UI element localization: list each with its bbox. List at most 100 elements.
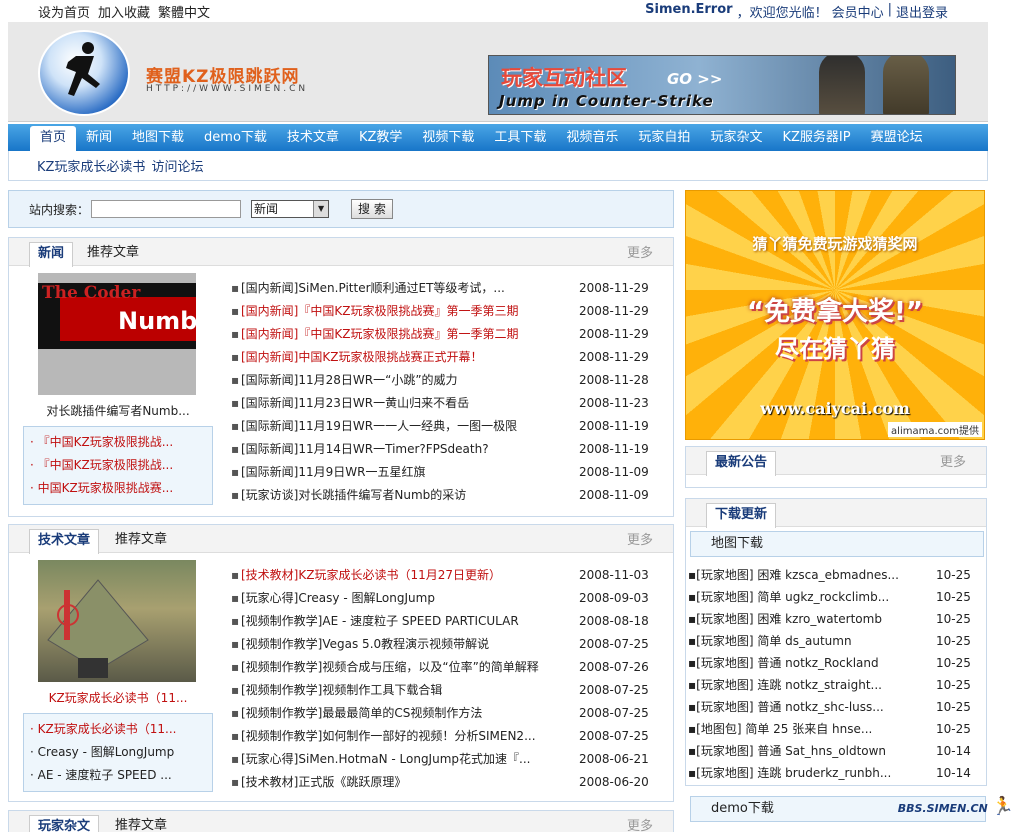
side-item[interactable]: · 『中国KZ玩家极限挑战... — [30, 431, 212, 454]
maps-section-header[interactable]: 地图下载 — [690, 531, 984, 557]
download-title[interactable]: ▪[玩家地图] 困难 kzsca_ebmadnes... — [688, 564, 936, 586]
add-favorite-link[interactable]: 加入收藏 — [98, 2, 150, 21]
download-title[interactable]: ▪[玩家地图] 普通 notkz_shc-luss... — [688, 696, 936, 718]
list-item[interactable]: ▪ [视频制作教学]最最最简单的CS视频制作方法 2008-07-25 — [231, 702, 649, 725]
set-homepage-link[interactable]: 设为首页 — [38, 2, 90, 21]
side-item[interactable]: · KZ玩家成长必读书（11... — [30, 718, 212, 741]
list-item[interactable]: ▪ [国内新闻]SiMen.Pitter顺利通过ET等级考试，... 2008-11… — [231, 277, 649, 300]
list-item[interactable]: ▪ [国际新闻]11月9日WR一五星红旗 2008-11-09 — [231, 461, 649, 484]
nav-kz-teach[interactable]: KZ教学 — [349, 124, 412, 151]
tech-thumbnail[interactable] — [38, 560, 196, 682]
nav-selfie[interactable]: 玩家自拍 — [628, 124, 700, 151]
list-item[interactable]: ▪ [玩家访谈]对长跳插件编写者Numb的采访 2008-11-09 — [231, 484, 649, 507]
list-item[interactable]: ▪ [国内新闻]『中国KZ玩家极限挑战赛』第一季第三期 2008-11-29 — [231, 300, 649, 323]
tab-recommended[interactable]: 推荐文章 — [79, 242, 147, 267]
search-button[interactable]: 搜 索 — [351, 199, 393, 219]
side-item[interactable]: · 中国KZ玩家极限挑战赛... — [30, 477, 212, 500]
ad-banner[interactable]: 猜丫猜免费玩游戏猜奖网 “免费拿大奖!” 尽在猜丫猜 www.caiycai.c… — [685, 190, 985, 440]
download-item[interactable]: ▪[玩家地图] 困难 kzsca_ebmadnes... 10-25 — [688, 564, 971, 586]
essays-more-link[interactable]: 更多 — [627, 815, 653, 832]
tab-notice[interactable]: 最新公告 — [706, 451, 777, 476]
ad-provider[interactable]: alimama.com提供 — [888, 422, 982, 437]
logout-link[interactable]: 退出登录 — [896, 2, 948, 21]
download-item[interactable]: ▪[玩家地图] 困难 kzro_watertomb 10-25 — [688, 608, 971, 630]
item-title[interactable]: [视频制作教学]最最最简单的CS视频制作方法 — [241, 702, 579, 725]
nav-maps[interactable]: 地图下载 — [122, 124, 194, 151]
subnav-must-read[interactable]: KZ玩家成长必读书 — [37, 156, 145, 175]
bbs-logo[interactable]: BBS.SIMEN.CN 🏃 — [898, 796, 1014, 817]
download-item[interactable]: ▪[玩家地图] 普通 Sat_hns_oldtown 10-14 — [688, 740, 971, 762]
list-item[interactable]: ▪ [国际新闻]11月28日WR一“小跳”的威力 2008-11-28 — [231, 369, 649, 392]
list-item[interactable]: ▪ [视频制作教学]Vegas 5.0教程演示视频带解说 2008-07-25 — [231, 633, 649, 656]
search-input[interactable] — [91, 200, 242, 218]
download-title[interactable]: ▪[地图包] 简单 25 张来自 hnse... — [688, 718, 936, 740]
nav-essays[interactable]: 玩家杂文 — [700, 124, 772, 151]
list-item[interactable]: ▪ [国际新闻]11月19日WR一一人一经典，一图一极限 2008-11-19 — [231, 415, 649, 438]
tab-news[interactable]: 新闻 — [29, 242, 74, 267]
item-title[interactable]: [国内新闻]中国KZ玩家极限挑战赛正式开幕！ — [241, 346, 579, 369]
side-item[interactable]: · Creasy - 图解LongJump — [30, 741, 212, 764]
download-item[interactable]: ▪[玩家地图] 连跳 bruderkz_runbh... 10-14 — [688, 762, 971, 784]
list-item[interactable]: ▪ [视频制作教学]视频制作工具下载合辑 2008-07-25 — [231, 679, 649, 702]
item-title[interactable]: [视频制作教学]视频合成与压缩，以及“位率”的简单解释 — [241, 656, 579, 679]
tab-tech[interactable]: 技术文章 — [29, 529, 100, 554]
list-item[interactable]: ▪ [视频制作教学]如何制作一部好的视频！分析SIMEN2... 2008-07-2… — [231, 725, 649, 748]
list-item[interactable]: ▪ [玩家心得]SiMen.HotmaN - LongJump花式加速『... 20… — [231, 748, 649, 771]
news-thumb-caption[interactable]: 对长跳插件编写者Numb... — [30, 402, 206, 419]
news-thumbnail[interactable]: The Coder Numb — [38, 273, 197, 395]
nav-news[interactable]: 新闻 — [76, 124, 122, 151]
item-title[interactable]: [国际新闻]11月19日WR一一人一经典，一图一极限 — [241, 415, 579, 438]
list-item[interactable]: ▪ [玩家心得]Creasy - 图解LongJump 2008-09-03 — [231, 587, 649, 610]
item-title[interactable]: [视频制作教学]AE - 速度粒子 SPEED PARTICULAR — [241, 610, 579, 633]
item-title[interactable]: [国际新闻]11月9日WR一五星红旗 — [241, 461, 579, 484]
item-title[interactable]: [玩家心得]Creasy - 图解LongJump — [241, 587, 579, 610]
download-title[interactable]: ▪[玩家地图] 困难 kzro_watertomb — [688, 608, 936, 630]
subnav-forum[interactable]: 访问论坛 — [151, 156, 203, 175]
item-title[interactable]: [视频制作教学]如何制作一部好的视频！分析SIMEN2... — [241, 725, 579, 748]
download-title[interactable]: ▪[玩家地图] 普通 Sat_hns_oldtown — [688, 740, 936, 762]
side-item[interactable]: · 『中国KZ玩家极限挑战... — [30, 454, 212, 477]
download-title[interactable]: ▪[玩家地图] 连跳 bruderkz_runbh... — [688, 762, 936, 784]
tab-essays[interactable]: 玩家杂文 — [29, 815, 100, 832]
list-item[interactable]: ▪ [视频制作教学]AE - 速度粒子 SPEED PARTICULAR 2008-… — [231, 610, 649, 633]
nav-video[interactable]: 视频下载 — [412, 124, 484, 151]
download-title[interactable]: ▪[玩家地图] 简单 ds_autumn — [688, 630, 936, 652]
notice-more-link[interactable]: 更多 — [940, 451, 966, 470]
item-title[interactable]: [视频制作教学]视频制作工具下载合辑 — [241, 679, 579, 702]
nav-forum[interactable]: 赛盟论坛 — [861, 124, 933, 151]
list-item[interactable]: ▪ [技术教材]KZ玩家成长必读书（11月27日更新） 2008-11-03 — [231, 564, 649, 587]
item-title[interactable]: [国内新闻]『中国KZ玩家极限挑战赛』第一季第三期 — [241, 300, 579, 323]
tech-thumb-caption[interactable]: KZ玩家成长必读书（11... — [30, 689, 206, 706]
list-item[interactable]: ▪ [国内新闻]中国KZ玩家极限挑战赛正式开幕！ 2008-11-29 — [231, 346, 649, 369]
list-item[interactable]: ▪ [技术教材]正式版《跳跃原理》 2008-06-20 — [231, 771, 649, 794]
news-more-link[interactable]: 更多 — [627, 242, 653, 261]
nav-tech[interactable]: 技术文章 — [277, 124, 349, 151]
item-title[interactable]: [技术教材]正式版《跳跃原理》 — [241, 771, 579, 794]
community-banner[interactable]: 玩家互动社区 GO >> Jump in Counter-Strike — [488, 55, 956, 115]
item-title[interactable]: [玩家心得]SiMen.HotmaN - LongJump花式加速『... — [241, 748, 579, 771]
traditional-chinese-link[interactable]: 繁體中文 — [158, 2, 210, 21]
download-title[interactable]: ▪[玩家地图] 普通 notkz_Rockland — [688, 652, 936, 674]
item-title[interactable]: [国际新闻]11月14日WR一Timer?FPSdeath? — [241, 438, 579, 461]
item-title[interactable]: [国际新闻]11月23日WR一黄山归来不看岳 — [241, 392, 579, 415]
member-center-link[interactable]: 会员中心 — [832, 2, 884, 21]
list-item[interactable]: ▪ [视频制作教学]视频合成与压缩，以及“位率”的简单解释 2008-07-26 — [231, 656, 649, 679]
tech-more-link[interactable]: 更多 — [627, 529, 653, 548]
item-title[interactable]: [玩家访谈]对长跳插件编写者Numb的采访 — [241, 484, 579, 507]
chevron-down-icon[interactable]: ▼ — [313, 201, 329, 217]
download-item[interactable]: ▪[玩家地图] 普通 notkz_shc-luss... 10-25 — [688, 696, 971, 718]
nav-servers[interactable]: KZ服务器IP — [772, 124, 860, 151]
download-title[interactable]: ▪[玩家地图] 连跳 notkz_straight... — [688, 674, 936, 696]
nav-home[interactable]: 首页 — [30, 126, 77, 151]
list-item[interactable]: ▪ [国内新闻]『中国KZ玩家极限挑战赛』第一季第二期 2008-11-29 — [231, 323, 649, 346]
list-item[interactable]: ▪ [国际新闻]11月23日WR一黄山归来不看岳 2008-11-23 — [231, 392, 649, 415]
item-title[interactable]: [国内新闻]SiMen.Pitter顺利通过ET等级考试，... — [241, 277, 579, 300]
download-title[interactable]: ▪[玩家地图] 简单 ugkz_rockclimb... — [688, 586, 936, 608]
tab-recommended[interactable]: 推荐文章 — [107, 529, 175, 554]
download-item[interactable]: ▪[玩家地图] 简单 ugkz_rockclimb... 10-25 — [688, 586, 971, 608]
item-title[interactable]: [国际新闻]11月28日WR一“小跳”的威力 — [241, 369, 579, 392]
side-item[interactable]: · AE - 速度粒子 SPEED ... — [30, 764, 212, 787]
download-item[interactable]: ▪[玩家地图] 简单 ds_autumn 10-25 — [688, 630, 971, 652]
nav-music[interactable]: 视频音乐 — [556, 124, 628, 151]
download-item[interactable]: ▪[地图包] 简单 25 张来自 hnse... 10-25 — [688, 718, 971, 740]
